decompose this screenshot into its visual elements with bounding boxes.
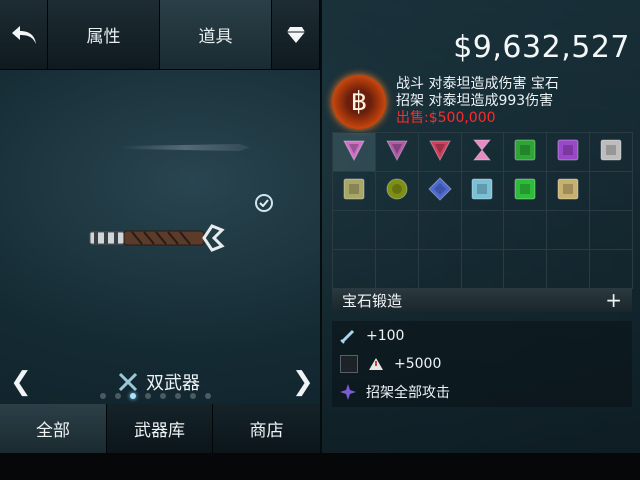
warning-triangle-icon bbox=[369, 358, 383, 370]
gem-slot[interactable] bbox=[418, 250, 462, 289]
stat-parry-all: 招架全部攻击 bbox=[340, 381, 450, 403]
gem-slot[interactable] bbox=[461, 250, 505, 289]
gem-line-parry: 招架 对泰坦造成993伤害 bbox=[396, 93, 554, 109]
gem-forge-label: 宝石锻造 bbox=[342, 291, 403, 310]
tab-armory[interactable]: 武器库 bbox=[107, 404, 213, 453]
gem-slot[interactable] bbox=[504, 133, 548, 172]
gem-slot[interactable] bbox=[590, 250, 633, 289]
weapon-stats-panel: +100 +5000 招架全部攻击 bbox=[332, 321, 632, 407]
ghost-blade-image bbox=[120, 144, 250, 151]
square-gem-icon bbox=[470, 177, 494, 205]
tab-attributes-label: 属性 bbox=[86, 27, 121, 47]
gem-slot[interactable] bbox=[504, 250, 548, 289]
left-panel: 属性 道具 ❮ 双武器 ❯ 全部 武器库 商店 bbox=[0, 0, 320, 453]
gem-slot[interactable] bbox=[547, 250, 591, 289]
gem-slot[interactable] bbox=[333, 211, 376, 250]
page-dot[interactable] bbox=[115, 393, 121, 399]
gem-slot[interactable] bbox=[547, 172, 591, 211]
stat-parry-bonus-value: +5000 bbox=[394, 356, 442, 372]
page-dot[interactable] bbox=[205, 393, 211, 399]
gem-forge-button[interactable]: 宝石锻造 + bbox=[332, 288, 632, 312]
square-gem-icon bbox=[342, 177, 366, 205]
gem-slot[interactable] bbox=[418, 133, 462, 172]
tab-all-label: 全部 bbox=[36, 421, 70, 441]
diamond-gem-icon bbox=[427, 177, 452, 205]
tri-gem-icon bbox=[342, 138, 366, 166]
gem-slot[interactable] bbox=[590, 211, 633, 250]
gem-slot[interactable] bbox=[504, 172, 548, 211]
gem-slot[interactable] bbox=[375, 172, 419, 211]
star-burst-icon bbox=[340, 384, 356, 400]
gem-slot[interactable] bbox=[333, 250, 376, 289]
stat-attack: +100 bbox=[340, 325, 404, 347]
square-gem-icon bbox=[599, 138, 623, 166]
page-indicator bbox=[100, 393, 211, 399]
weapon-preview-area bbox=[0, 70, 320, 360]
hourglass-gem-icon bbox=[470, 138, 494, 166]
bottom-black-strip bbox=[0, 453, 640, 480]
crossed-swords-icon bbox=[118, 372, 138, 392]
gem-rune-icon: ฿ bbox=[332, 75, 386, 129]
square-gem-icon bbox=[513, 177, 537, 205]
page-dot[interactable] bbox=[145, 393, 151, 399]
tab-items[interactable]: 道具 bbox=[160, 0, 272, 70]
tab-items-label: 道具 bbox=[198, 27, 233, 47]
page-dot[interactable] bbox=[100, 393, 106, 399]
tab-attributes[interactable]: 属性 bbox=[48, 0, 160, 70]
right-panel: $9,632,527 ฿ 战斗 对泰坦造成伤害 宝石 招架 对泰坦造成993伤害… bbox=[320, 0, 640, 453]
chevron-right-icon[interactable]: ❯ bbox=[292, 364, 314, 400]
equipped-check-icon bbox=[255, 194, 273, 212]
page-dot[interactable] bbox=[160, 393, 166, 399]
sell-price[interactable]: 出售:$500,000 bbox=[396, 110, 559, 127]
tab-shop[interactable]: 商店 bbox=[213, 404, 320, 453]
chevron-left-icon[interactable]: ❮ bbox=[10, 364, 32, 400]
currency-balance: $9,632,527 bbox=[453, 30, 630, 65]
tri-gem-icon bbox=[428, 138, 452, 166]
circle-gem-icon bbox=[385, 177, 409, 205]
gem-slot[interactable] bbox=[418, 211, 462, 250]
gem-slot[interactable] bbox=[461, 172, 505, 211]
gem-slot[interactable] bbox=[547, 211, 591, 250]
tab-shop-label: 商店 bbox=[249, 421, 284, 441]
stat-parry-bonus: +5000 bbox=[340, 353, 441, 375]
sword-icon bbox=[340, 329, 355, 344]
diamond-icon bbox=[286, 26, 305, 43]
gem-slot[interactable] bbox=[333, 133, 376, 172]
square-gem-icon bbox=[556, 138, 580, 166]
page-dot[interactable] bbox=[190, 393, 196, 399]
gem-slot[interactable] bbox=[590, 172, 633, 211]
gem-slot[interactable] bbox=[547, 133, 591, 172]
stat-parry-all-text: 招架全部攻击 bbox=[366, 385, 450, 401]
gem-slot[interactable] bbox=[461, 211, 505, 250]
gem-slot[interactable] bbox=[375, 250, 419, 289]
gem-line-combat: 战斗 对泰坦造成伤害 宝石 bbox=[396, 76, 559, 92]
tri-gem-icon bbox=[385, 138, 409, 166]
bottom-tab-bar: 全部 武器库 商店 bbox=[0, 404, 320, 453]
page-dot[interactable] bbox=[130, 393, 136, 399]
gem-slot[interactable] bbox=[333, 172, 376, 211]
square-gem-icon bbox=[513, 138, 537, 166]
tab-armory-label: 武器库 bbox=[134, 421, 185, 441]
dual-weapon-hilt-image[interactable] bbox=[88, 220, 228, 256]
gem-slot[interactable] bbox=[375, 133, 419, 172]
plus-icon: + bbox=[605, 288, 622, 312]
game-screen: 属性 道具 ❮ 双武器 ❯ 全部 武器库 商店 $9,632,527 ฿ 战斗 … bbox=[0, 0, 640, 453]
tab-all[interactable]: 全部 bbox=[0, 404, 107, 453]
stat-attack-value: +100 bbox=[366, 328, 405, 344]
empty-gem-slot-icon bbox=[340, 355, 358, 373]
gem-slot[interactable] bbox=[504, 211, 548, 250]
top-tab-bar: 属性 道具 bbox=[0, 0, 320, 70]
gem-description: 战斗 对泰坦造成伤害 宝石 招架 对泰坦造成993伤害 出售:$500,000 bbox=[396, 76, 559, 127]
back-button[interactable] bbox=[0, 0, 48, 70]
back-arrow-icon bbox=[11, 25, 36, 44]
category-label: 双武器 bbox=[146, 373, 200, 394]
gem-button[interactable] bbox=[272, 0, 320, 70]
gem-slot[interactable] bbox=[461, 133, 505, 172]
gem-slot[interactable] bbox=[375, 211, 419, 250]
page-dot[interactable] bbox=[175, 393, 181, 399]
gem-slot[interactable] bbox=[590, 133, 633, 172]
gem-inventory-grid bbox=[332, 132, 633, 289]
square-gem-icon bbox=[556, 177, 580, 205]
gem-slot[interactable] bbox=[418, 172, 462, 211]
